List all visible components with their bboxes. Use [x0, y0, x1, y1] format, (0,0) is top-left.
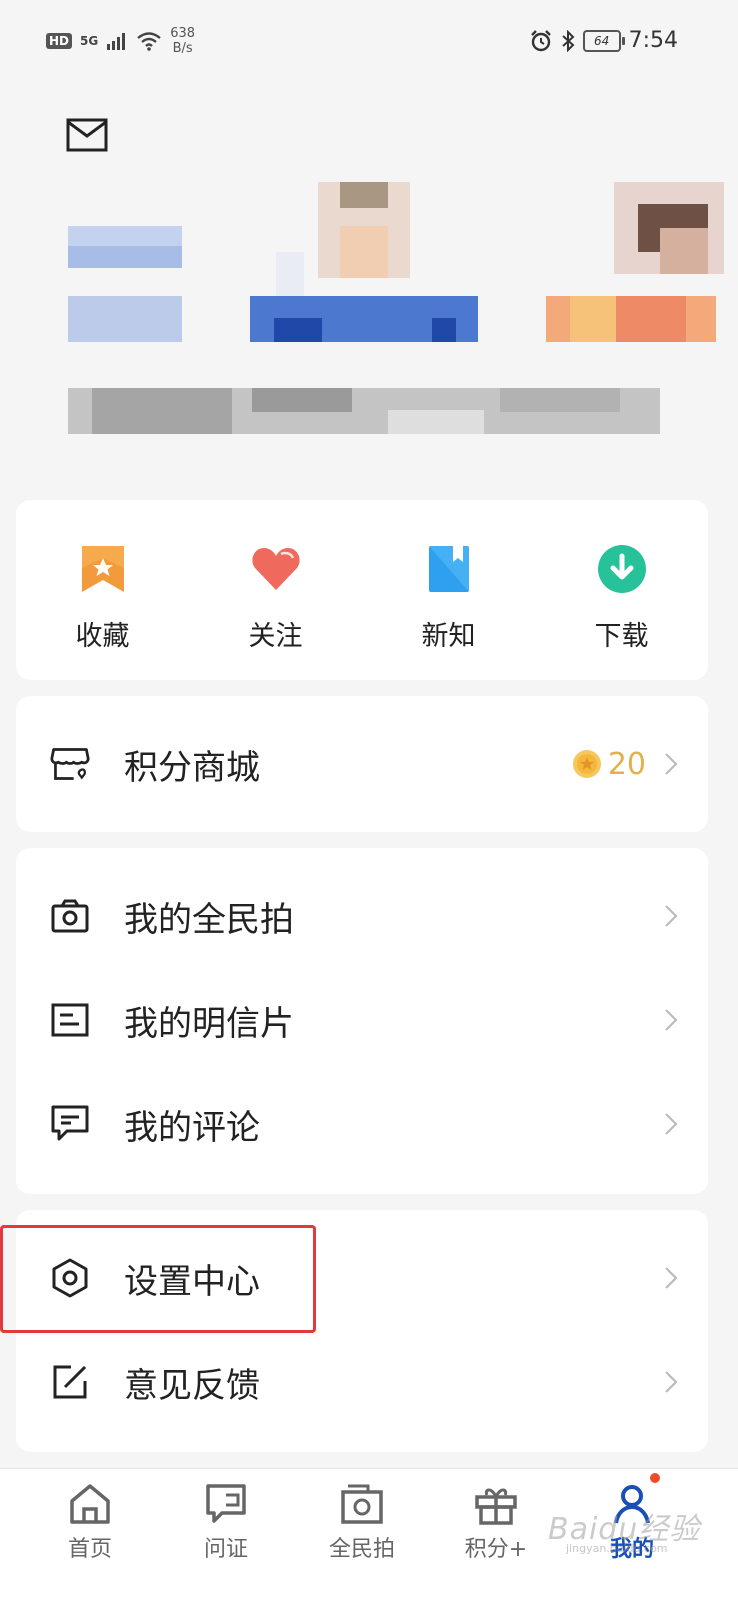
points-balance: 20: [572, 747, 646, 782]
redacted-block: [274, 318, 322, 342]
comment-icon: [50, 1104, 90, 1144]
status-bar: HD 5G 638 B/s 64 7:54: [0, 0, 738, 84]
quick-action-label: 新知: [421, 621, 476, 652]
nav-label: 全民拍: [328, 1537, 395, 1562]
redacted-block: [388, 410, 484, 434]
redacted-block: [570, 296, 616, 342]
redacted-block: [340, 226, 388, 278]
coin-star-icon: [572, 750, 601, 778]
home-icon: [70, 1484, 110, 1524]
nav-label: 问证: [203, 1537, 248, 1562]
gift-icon: [475, 1488, 517, 1525]
clock: 7:54: [628, 28, 678, 53]
mail-icon[interactable]: [66, 118, 108, 152]
bookmark-star-icon: [78, 544, 128, 594]
redacted-block: [340, 182, 388, 208]
redacted-block: [68, 246, 182, 268]
menu-item-label: 我的评论: [124, 1107, 260, 1148]
points-mall-label: 积分商城: [124, 747, 260, 788]
redacted-block: [616, 296, 686, 342]
menu-item-my-photos[interactable]: 我的全民拍: [16, 864, 708, 968]
quick-action-favorites[interactable]: 收藏: [16, 500, 189, 680]
status-left: HD 5G 638 B/s: [46, 26, 195, 56]
speed-unit: B/s: [172, 41, 193, 56]
menu-item-feedback[interactable]: 意见反馈: [16, 1330, 708, 1434]
quick-action-new-knowledge[interactable]: 新知: [362, 500, 535, 680]
quick-action-download[interactable]: 下载: [535, 500, 708, 680]
quick-action-label: 下载: [594, 621, 649, 652]
nav-label: 首页: [67, 1537, 112, 1562]
edit-feedback-icon: [50, 1362, 90, 1402]
heart-icon: [251, 544, 301, 594]
bluetooth-icon: [561, 29, 575, 52]
chevron-right-icon: [660, 1367, 682, 1397]
notification-dot: [650, 1473, 660, 1483]
points-mall-row[interactable]: 积分商城 20: [16, 712, 708, 816]
nav-question[interactable]: 问证: [166, 1483, 286, 1563]
nav-home[interactable]: 首页: [30, 1483, 150, 1563]
quick-actions-card: 收藏 关注 新知 下载: [16, 500, 708, 680]
nav-points[interactable]: 积分+: [436, 1483, 556, 1563]
wifi-icon: [137, 32, 161, 51]
chevron-right-icon: [660, 749, 682, 779]
question-card-icon: [206, 1484, 246, 1523]
nav-label: 积分+: [464, 1537, 528, 1562]
chevron-right-icon: [660, 1005, 682, 1035]
chevron-right-icon: [660, 901, 682, 931]
chevron-right-icon: [660, 1109, 682, 1139]
menu-item-label: 我的全民拍: [124, 899, 294, 940]
speed-value: 638: [170, 26, 196, 41]
alarm-icon: [530, 29, 551, 51]
points-value: 20: [607, 746, 646, 782]
network-speed: 638 B/s: [170, 26, 195, 56]
watermark-url: jingyan.baidu.com: [566, 1542, 668, 1555]
highlight-box: [0, 1225, 316, 1333]
redacted-block: [252, 388, 352, 412]
quick-action-label: 收藏: [75, 621, 130, 652]
quick-action-follow[interactable]: 关注: [189, 500, 362, 680]
redacted-block: [68, 296, 182, 342]
camera-icon: [50, 896, 90, 936]
download-icon: [597, 544, 647, 594]
my-content-card: 我的全民拍 我的明信片 我的评论: [16, 848, 708, 1194]
profile-redacted-area: [0, 160, 738, 450]
camera-frame-icon: [341, 1484, 383, 1524]
redacted-block: [92, 388, 232, 434]
shop-icon: [50, 744, 90, 784]
postcard-icon: [50, 1000, 90, 1040]
chevron-right-icon: [660, 1263, 682, 1293]
menu-item-my-comments[interactable]: 我的评论: [16, 1072, 708, 1176]
menu-item-label: 意见反馈: [124, 1365, 260, 1406]
menu-item-label: 我的明信片: [124, 1003, 294, 1044]
menu-item-my-postcards[interactable]: 我的明信片: [16, 968, 708, 1072]
redacted-block: [276, 252, 304, 298]
redacted-block: [68, 226, 182, 246]
signal-icon: [107, 33, 126, 50]
points-mall-card: 积分商城 20: [16, 696, 708, 832]
book-icon: [424, 544, 474, 594]
quick-action-label: 关注: [248, 621, 303, 652]
redacted-block: [500, 388, 620, 412]
battery-indicator: 64: [582, 29, 625, 52]
status-right: 64 7:54: [529, 28, 678, 53]
hd-badge: HD: [46, 33, 73, 49]
redacted-block: [432, 318, 456, 342]
redacted-block: [660, 228, 708, 274]
nav-citizen-photo[interactable]: 全民拍: [302, 1483, 422, 1563]
network-label: 5G: [80, 34, 99, 48]
